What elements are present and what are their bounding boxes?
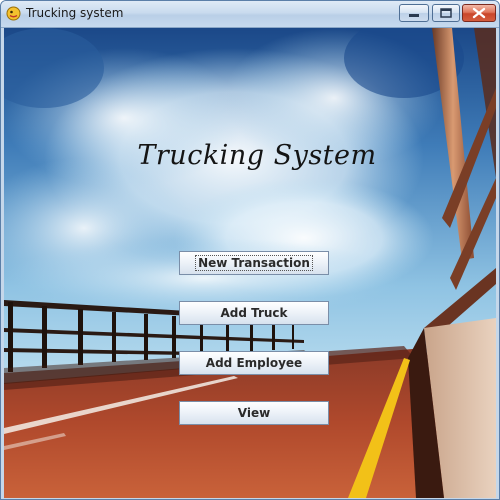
add-truck-button[interactable]: Add Truck [179, 301, 329, 325]
title-bar[interactable]: Trucking system [1, 1, 499, 28]
application-window: Trucking system Trucking System New Tran… [0, 0, 500, 500]
close-icon [472, 7, 486, 19]
view-button[interactable]: View [179, 401, 329, 425]
main-panel: Trucking System New Transaction Add Truc… [4, 28, 496, 498]
new-transaction-button[interactable]: New Transaction [179, 251, 329, 275]
close-button[interactable] [462, 4, 496, 22]
java-duke-icon [6, 6, 21, 21]
maximize-button[interactable] [432, 4, 460, 22]
new-transaction-label: New Transaction [195, 255, 313, 271]
maximize-icon [440, 8, 452, 18]
app-heading: Trucking System [137, 140, 377, 171]
window-title: Trucking system [26, 6, 124, 20]
add-employee-button[interactable]: Add Employee [179, 351, 329, 375]
minimize-icon [409, 14, 419, 17]
minimize-button[interactable] [399, 4, 429, 22]
